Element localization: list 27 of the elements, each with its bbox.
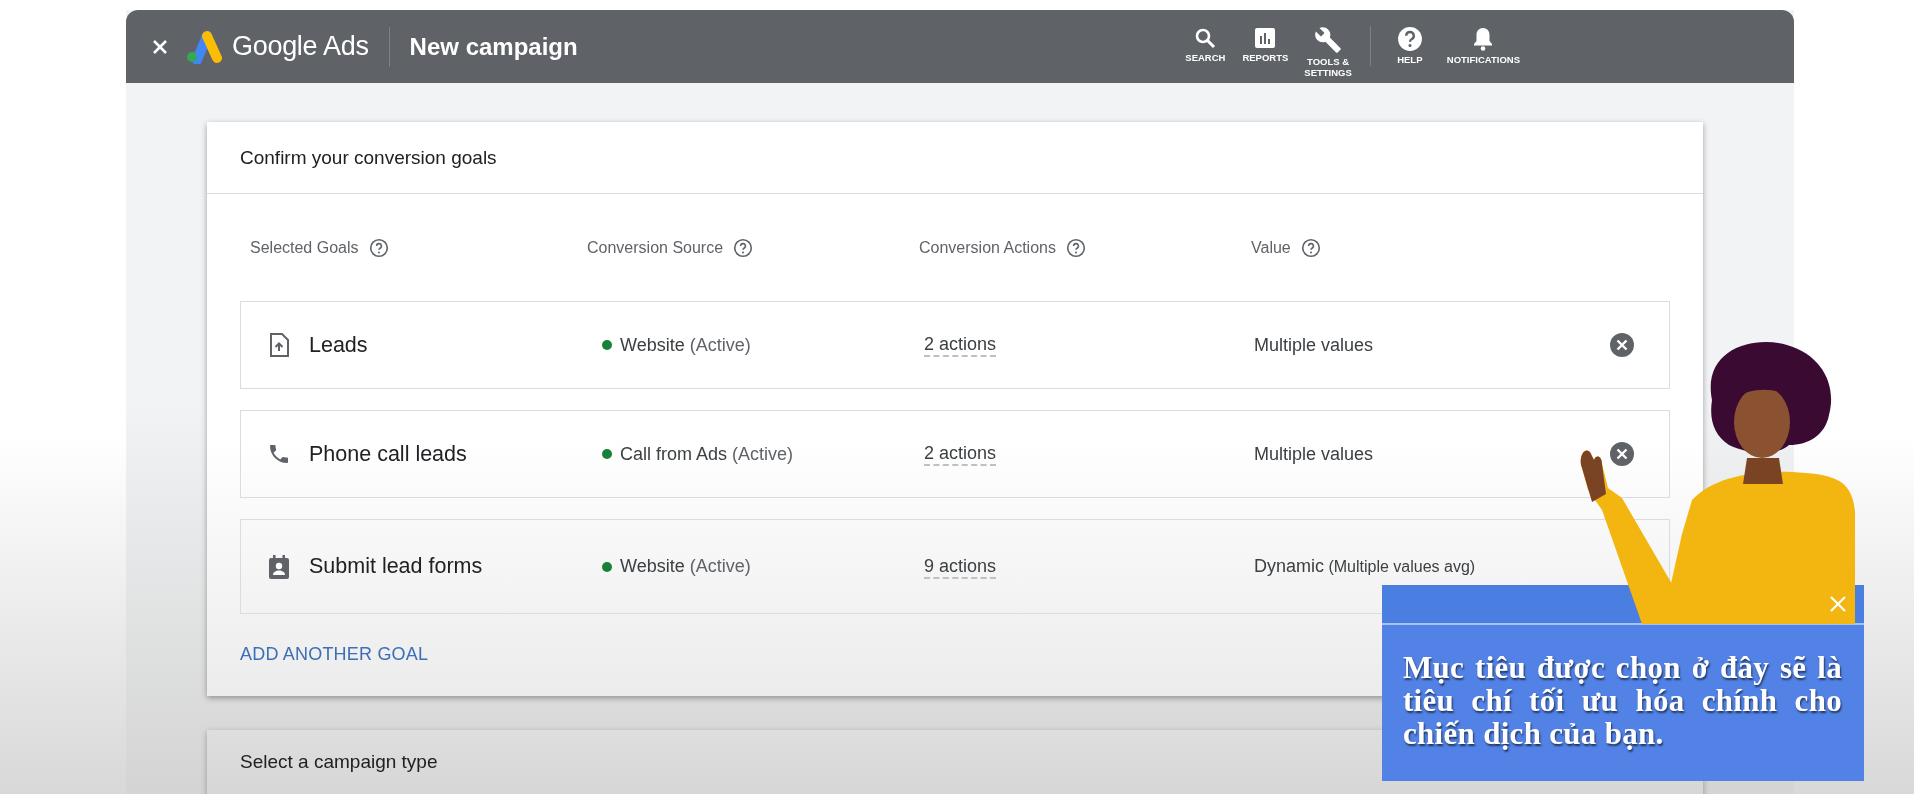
toolbar-button[interactable]: TOOLS & SETTINGS — [1296, 25, 1360, 78]
toolbar-button[interactable]: SEARCH — [1176, 25, 1235, 63]
actions-link[interactable]: 9 actions — [924, 554, 997, 579]
toolbar-button[interactable]: NOTIFICATIONS — [1438, 25, 1528, 65]
goal-name: Submit lead forms — [309, 554, 483, 579]
actions-link[interactable]: 2 actions — [924, 333, 997, 357]
actions-link[interactable]: 2 actions — [924, 442, 997, 466]
tip-text: Mục tiêu được chọn ở đây sẽ là tiêu chí tối ưu hóa chính cho chiến dịch của bạn. — [1403, 651, 1842, 750]
conversion-source: Website (Active) — [620, 334, 751, 356]
goal-name: Leads — [309, 332, 368, 358]
toolbar-button[interactable]: REPORTS — [1234, 25, 1297, 63]
toolbar-button[interactable]: HELP — [1380, 25, 1439, 65]
page-title: New campaign — [409, 32, 578, 61]
goal-name: Phone call leads — [309, 441, 467, 467]
column-header: Conversion Actions — [919, 238, 1056, 257]
goal-value: Dynamic (Multiple values avg) — [1254, 556, 1477, 577]
goal-value: Multiple values — [1254, 443, 1375, 465]
column-header: Conversion Source — [587, 238, 724, 257]
goal-value: Multiple values — [1254, 334, 1375, 356]
column-header: Selected Goals — [250, 238, 359, 257]
card-title: Select a campaign type — [239, 750, 439, 774]
app-title: Google Ads — [232, 31, 369, 62]
column-header: Value — [1251, 238, 1291, 257]
add-goal-link[interactable]: ADD ANOTHER GOAL — [240, 614, 429, 696]
conversion-source: Call from Ads (Active) — [620, 443, 794, 465]
conversion-source: Website (Active) — [620, 556, 751, 577]
card-title: Confirm your conversion goals — [207, 122, 1703, 194]
